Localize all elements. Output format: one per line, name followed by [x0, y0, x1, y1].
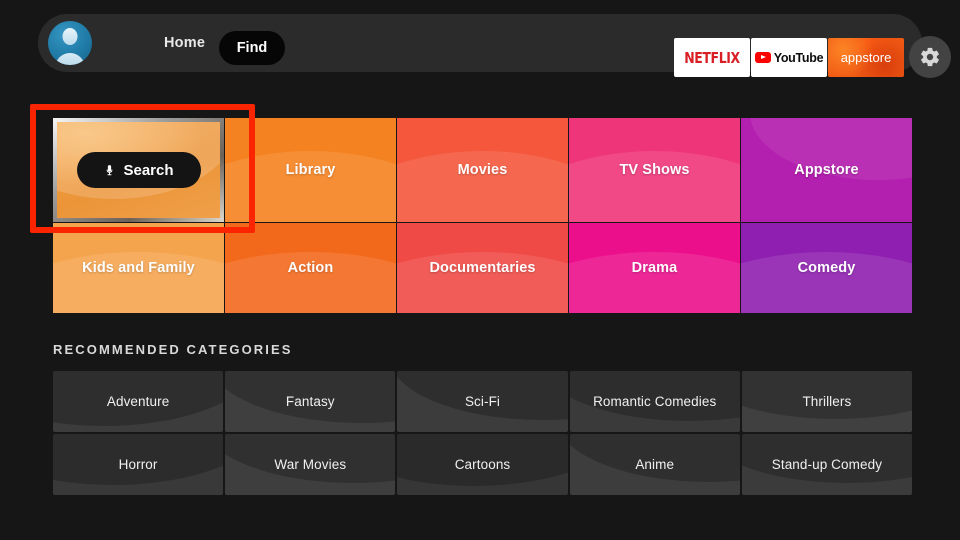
recommended-categories-grid: Adventure Fantasy Sci-Fi Romantic Comedi…: [53, 371, 912, 495]
tile-label: Comedy: [797, 260, 856, 276]
tile-label: Documentaries: [429, 260, 536, 276]
tile-label: Library: [285, 162, 336, 178]
tile-label: Drama: [631, 260, 678, 276]
youtube-logo-text: YouTube: [773, 50, 824, 65]
avatar-body-shape: [55, 53, 85, 65]
tile-drama[interactable]: Drama: [569, 223, 740, 313]
tile-tv-shows[interactable]: TV Shows: [569, 118, 740, 222]
recommended-categories-heading: RECOMMENDED CATEGORIES: [53, 342, 293, 357]
rec-tile-horror[interactable]: Horror: [53, 434, 224, 495]
tile-comedy[interactable]: Comedy: [741, 223, 912, 313]
appstore-label: appstore: [840, 50, 892, 65]
tile-label: Appstore: [794, 162, 859, 178]
rec-tile-label: Cartoons: [454, 457, 511, 472]
tile-label: Movies: [457, 162, 508, 178]
rec-tile-stand-up-comedy[interactable]: Stand-up Comedy: [741, 434, 912, 495]
tile-kids-and-family[interactable]: Kids and Family: [53, 223, 224, 313]
rec-tile-label: Stand-up Comedy: [771, 457, 883, 472]
tile-label: Action: [287, 260, 334, 276]
search-button-label: Search: [123, 161, 174, 179]
app-shortcut-netflix[interactable]: NETFLIX: [674, 38, 750, 77]
category-tile-grid: Search Library Movies TV Shows Appstore …: [53, 118, 912, 313]
rec-tile-label: Romantic Comedies: [593, 394, 717, 409]
nav-item-home[interactable]: Home: [164, 35, 205, 51]
search-button[interactable]: Search: [76, 152, 201, 188]
rec-tile-cartoons[interactable]: Cartoons: [397, 434, 568, 495]
microphone-icon: [107, 164, 113, 175]
app-shortcut-youtube[interactable]: YouTube: [751, 38, 827, 77]
rec-tile-label: Sci-Fi: [464, 394, 501, 409]
tile-label: TV Shows: [619, 162, 690, 178]
rec-tile-anime[interactable]: Anime: [569, 434, 740, 495]
rec-tile-label: War Movies: [274, 457, 347, 472]
rec-tile-romantic-comedies[interactable]: Romantic Comedies: [569, 371, 740, 432]
settings-button[interactable]: [909, 36, 951, 78]
tile-appstore[interactable]: Appstore: [741, 118, 912, 222]
gear-icon: [921, 47, 939, 67]
rec-tile-label: Anime: [635, 457, 675, 472]
tile-search[interactable]: Search: [53, 118, 224, 222]
app-shortcut-appstore[interactable]: appstore: [828, 38, 904, 77]
rec-tile-label: Adventure: [106, 394, 170, 409]
rec-tile-sci-fi[interactable]: Sci-Fi: [397, 371, 568, 432]
avatar-head-shape: [62, 28, 78, 45]
top-navigation-bar: Home Find NETFLIX YouTube appstore: [38, 14, 951, 78]
rec-tile-label: Horror: [118, 457, 158, 472]
tile-movies[interactable]: Movies: [397, 118, 568, 222]
avatar[interactable]: [48, 21, 92, 65]
rec-tile-war-movies[interactable]: War Movies: [225, 434, 396, 495]
rec-tile-adventure[interactable]: Adventure: [53, 371, 224, 432]
tv-home-screen: Home Find NETFLIX YouTube appstore Searc…: [0, 0, 960, 540]
tile-label: Kids and Family: [82, 260, 195, 276]
youtube-play-icon: [754, 52, 771, 63]
rec-tile-thrillers[interactable]: Thrillers: [741, 371, 912, 432]
tile-documentaries[interactable]: Documentaries: [397, 223, 568, 313]
rec-tile-fantasy[interactable]: Fantasy: [225, 371, 396, 432]
nav-item-find[interactable]: Find: [219, 31, 285, 65]
netflix-logo-text: NETFLIX: [684, 48, 740, 67]
rec-tile-label: Thrillers: [802, 394, 852, 409]
rec-tile-label: Fantasy: [285, 394, 335, 409]
tile-library[interactable]: Library: [225, 118, 396, 222]
tile-action[interactable]: Action: [225, 223, 396, 313]
